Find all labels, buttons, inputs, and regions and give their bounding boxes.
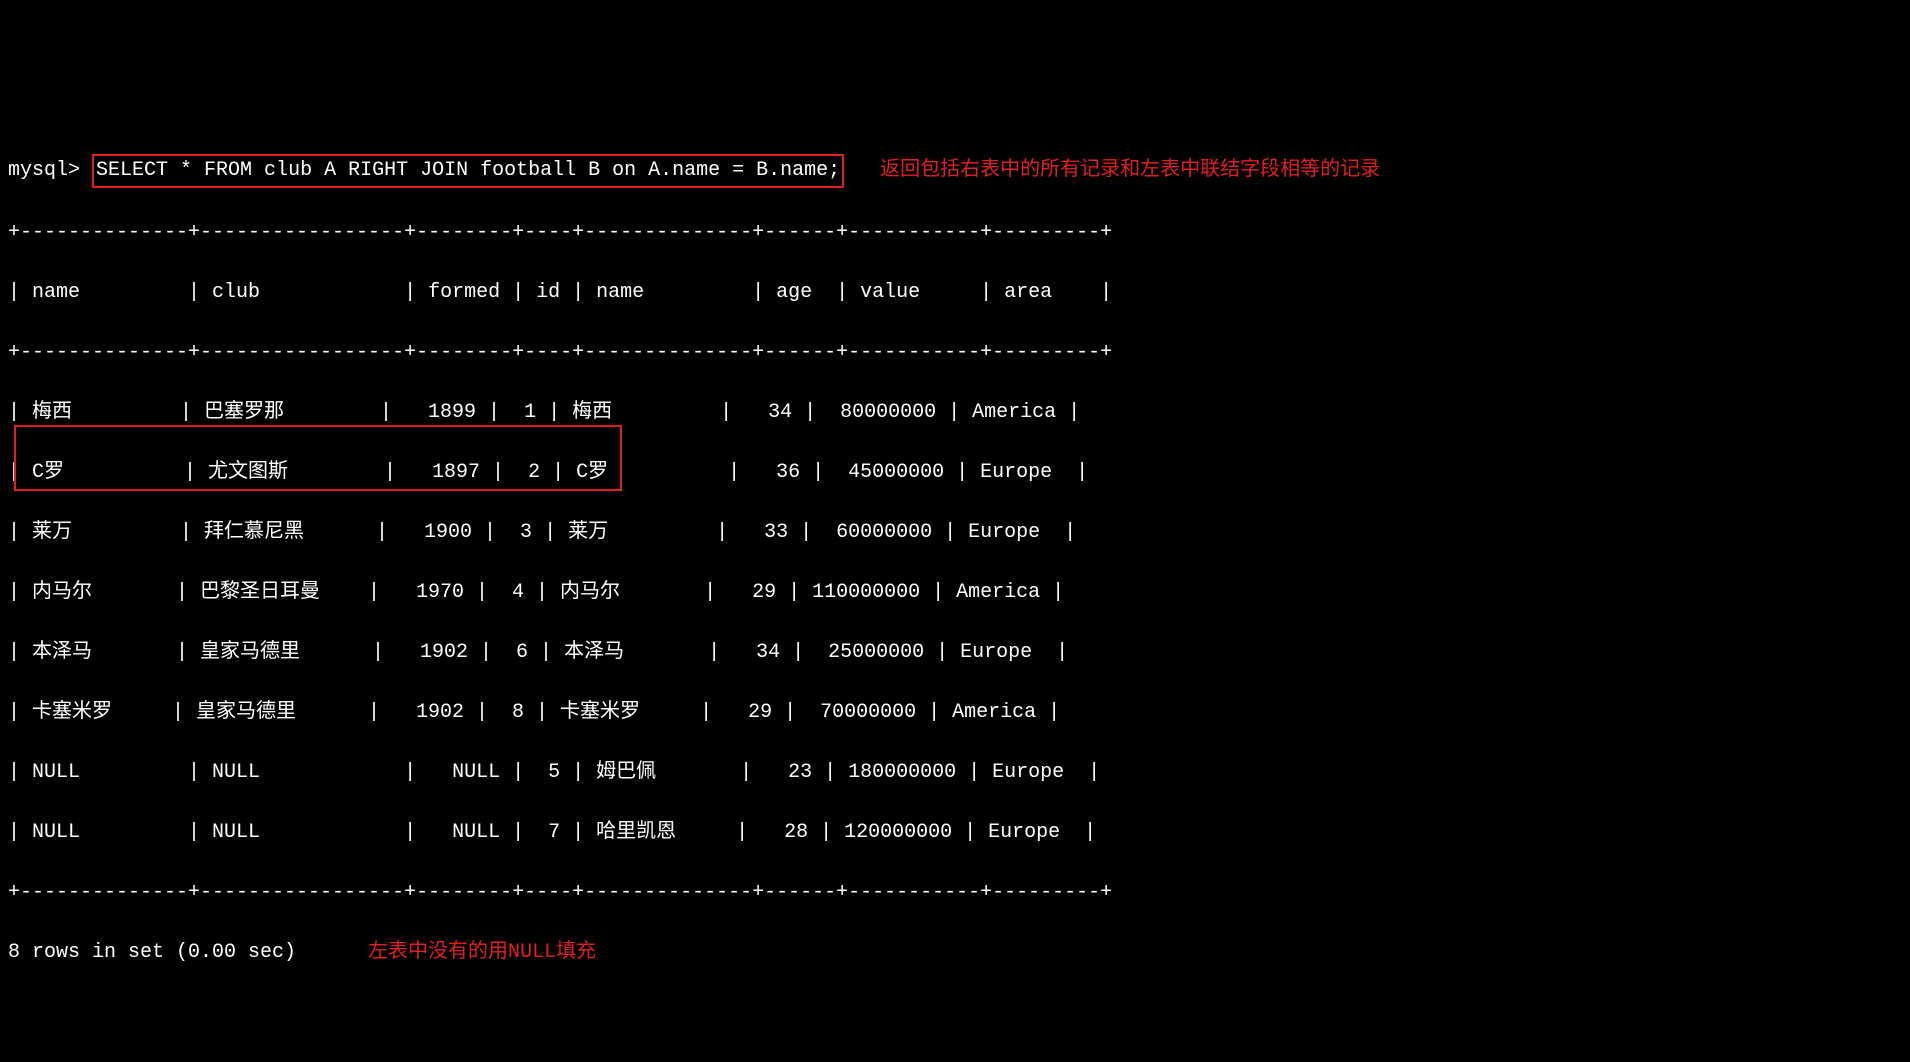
mysql-prompt: mysql> — [8, 159, 80, 182]
annotation-top: 返回包括右表中的所有记录和左表中联结字段相等的记录 — [880, 159, 1380, 182]
table-row: | 梅西 | 巴塞罗那 | 1899 | 1 | 梅西 | 34 | 80000… — [8, 398, 1902, 428]
table-header: | name | club | formed | id | name | age… — [8, 278, 1902, 308]
null-rows-highlight — [14, 425, 622, 491]
table-row: | NULL | NULL | NULL | 7 | 哈里凯恩 | 28 | 1… — [8, 818, 1902, 848]
result-footer: 8 rows in set (0.00 sec) — [8, 941, 296, 964]
terminal-output: mysql> SELECT * FROM club A RIGHT JOIN f… — [8, 124, 1902, 1028]
table-row: | 卡塞米罗 | 皇家马德里 | 1902 | 8 | 卡塞米罗 | 29 | … — [8, 698, 1902, 728]
table-border-mid: +--------------+-----------------+------… — [8, 338, 1902, 368]
sql-statement: SELECT * FROM club A RIGHT JOIN football… — [96, 159, 840, 182]
table-row: | NULL | NULL | NULL | 5 | 姆巴佩 | 23 | 18… — [8, 758, 1902, 788]
sql-statement-highlight: SELECT * FROM club A RIGHT JOIN football… — [92, 154, 844, 188]
table-row: | 本泽马 | 皇家马德里 | 1902 | 6 | 本泽马 | 34 | 25… — [8, 638, 1902, 668]
table-border-top: +--------------+-----------------+------… — [8, 218, 1902, 248]
annotation-bottom: 左表中没有的用NULL填充 — [368, 941, 596, 964]
table-border-bottom: +--------------+-----------------+------… — [8, 878, 1902, 908]
table-row: | 内马尔 | 巴黎圣日耳曼 | 1970 | 4 | 内马尔 | 29 | 1… — [8, 578, 1902, 608]
table-row: | 莱万 | 拜仁慕尼黑 | 1900 | 3 | 莱万 | 33 | 6000… — [8, 518, 1902, 548]
